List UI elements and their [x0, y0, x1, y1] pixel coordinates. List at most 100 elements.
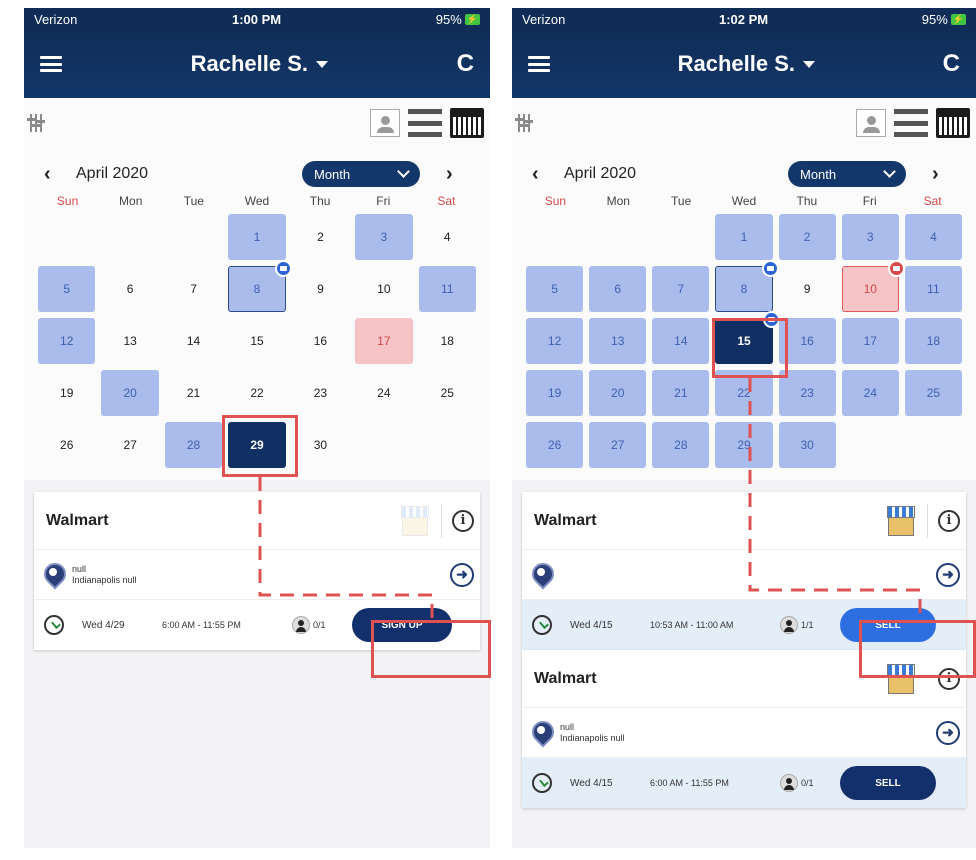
calendar-day[interactable]: 24	[355, 370, 412, 416]
sell-button[interactable]: SELL	[840, 766, 936, 800]
calendar-day[interactable]: 16	[292, 318, 349, 364]
calendar-day[interactable]: 11	[418, 266, 476, 312]
menu-icon[interactable]	[40, 56, 62, 72]
next-month-button[interactable]: ›	[446, 163, 470, 186]
directions-icon[interactable]: ➜	[936, 562, 960, 587]
directions-icon[interactable]: ➜	[936, 720, 960, 745]
address: null Indianapolis null	[72, 564, 137, 586]
calendar-view-icon[interactable]	[936, 108, 970, 138]
phone-screen-1: Verizon 1:00 PM 95% ⚡ Rachelle S. C ‹ Apr…	[24, 8, 490, 848]
calendar-day[interactable]: 5	[38, 266, 96, 312]
calendar-day[interactable]: 21	[165, 370, 222, 416]
calendar-day[interactable]: 21	[652, 370, 710, 416]
calendar-day[interactable]: 6	[101, 266, 158, 312]
day-number: 11	[441, 282, 454, 296]
prev-month-button[interactable]: ‹	[532, 163, 556, 186]
calendar-view-icon[interactable]	[450, 108, 484, 138]
refresh-icon[interactable]: C	[457, 50, 474, 78]
battery-indicator: 95% ⚡	[436, 12, 480, 27]
calendar-day[interactable]: 1	[715, 214, 773, 260]
calendar-day[interactable]: 29	[228, 422, 286, 468]
user-switcher[interactable]: Rachelle S.	[191, 51, 329, 77]
calendar-day[interactable]: 26	[526, 422, 584, 468]
calendar-day[interactable]: 30	[292, 422, 349, 468]
info-icon[interactable]: i	[452, 509, 474, 532]
card-header: Walmart i	[522, 492, 966, 550]
calendar-day[interactable]: 2	[292, 214, 349, 260]
calendar-day[interactable]: 7	[165, 266, 222, 312]
calendar-day[interactable]: 1	[228, 214, 286, 260]
shift-row: Wed 4/15 6:00 AM - 11:55 PM 0/1 SELL	[522, 758, 966, 808]
user-switcher[interactable]: Rachelle S.	[678, 51, 816, 77]
calendar-day[interactable]: 20	[589, 370, 647, 416]
info-icon[interactable]: i	[938, 509, 960, 532]
filter-icon[interactable]	[27, 114, 45, 132]
calendar-day[interactable]: 11	[904, 266, 962, 312]
calendar-day[interactable]: 2	[778, 214, 836, 260]
calendar-day[interactable]: 29	[715, 422, 773, 468]
calendar-day[interactable]: 18	[419, 318, 476, 364]
calendar-day[interactable]: 19	[526, 370, 584, 416]
calendar-day[interactable]: 4	[419, 214, 476, 260]
calendar-day[interactable]: 27	[101, 422, 158, 468]
calendar-day[interactable]: 22	[715, 370, 773, 416]
calendar-day[interactable]: 6	[589, 266, 647, 312]
calendar-day[interactable]: 14	[165, 318, 222, 364]
directions-icon[interactable]: ➜	[450, 562, 474, 587]
calendar-day[interactable]: 28	[652, 422, 710, 468]
calendar-day[interactable]: 16	[778, 318, 836, 364]
calendar-day[interactable]: 26	[38, 422, 95, 468]
prev-month-button[interactable]: ‹	[44, 163, 68, 186]
calendar-day[interactable]: 7	[652, 266, 710, 312]
info-icon[interactable]: i	[938, 667, 960, 690]
calendar-day[interactable]: 19	[38, 370, 95, 416]
calendar-day[interactable]: 23	[778, 370, 836, 416]
calendar-day[interactable]: 9	[779, 266, 836, 312]
staff-count: 1/1	[801, 620, 814, 630]
calendar-day[interactable]: 13	[101, 318, 158, 364]
calendar-day[interactable]: 17	[355, 318, 413, 364]
sign-up-button[interactable]: SIGN UP	[352, 608, 452, 642]
calendar-day[interactable]: 9	[292, 266, 349, 312]
calendar-day[interactable]: 4	[904, 214, 962, 260]
shift-day: Wed 4/15	[570, 619, 613, 631]
calendar-day[interactable]: 12	[38, 318, 96, 364]
calendar-day[interactable]: 12	[526, 318, 584, 364]
refresh-icon[interactable]: C	[943, 50, 960, 78]
calendar-day[interactable]: 5	[526, 266, 584, 312]
next-month-button[interactable]: ›	[932, 163, 956, 186]
view-select[interactable]: Month	[302, 161, 420, 187]
calendar-day[interactable]: 17	[841, 318, 899, 364]
calendar-day[interactable]: 8	[715, 260, 779, 312]
calendar-day[interactable]: 28	[164, 422, 223, 468]
calendar-day[interactable]: 15	[715, 311, 780, 364]
calendar-day[interactable]: 15	[228, 318, 285, 364]
calendar-day[interactable]: 3	[841, 214, 899, 260]
weekday-label: Mon	[119, 194, 143, 208]
calendar-day[interactable]: 20	[101, 370, 159, 416]
calendar-day[interactable]: 10	[355, 266, 412, 312]
calendar-day[interactable]: 23	[292, 370, 349, 416]
menu-icon[interactable]	[528, 56, 550, 72]
calendar-day[interactable]: 25	[904, 370, 962, 416]
list-view-icon[interactable]	[894, 109, 928, 137]
calendar-day[interactable]: 13	[589, 318, 647, 364]
filter-icon[interactable]	[515, 114, 533, 132]
calendar-day[interactable]: 22	[228, 370, 285, 416]
person-view-icon[interactable]	[370, 109, 400, 137]
list-view-icon[interactable]	[408, 109, 442, 137]
calendar-day[interactable]: 14	[652, 318, 710, 364]
calendar-day[interactable]: 10	[841, 260, 905, 312]
calendar-day[interactable]: 24	[841, 370, 899, 416]
calendar-day[interactable]: 8	[228, 260, 292, 312]
shift-day: Wed 4/29	[82, 619, 125, 631]
calendar-day[interactable]: 18	[904, 318, 962, 364]
sell-button[interactable]: SELL	[840, 608, 936, 642]
calendar-day[interactable]: 3	[355, 214, 413, 260]
calendar-day[interactable]: 30	[778, 422, 836, 468]
calendar-day[interactable]: 25	[419, 370, 476, 416]
person-view-icon[interactable]	[856, 109, 886, 137]
shift-card: Walmart i null Indianapolis null ➜ Wed 4…	[522, 650, 966, 808]
calendar-day[interactable]: 27	[589, 422, 647, 468]
view-select[interactable]: Month	[788, 161, 906, 187]
